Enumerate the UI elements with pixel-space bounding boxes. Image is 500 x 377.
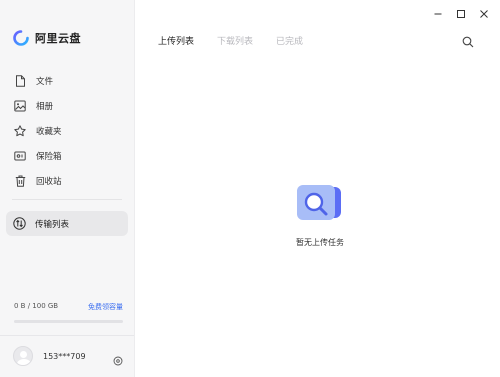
user-name[interactable]: 153***709 xyxy=(43,352,113,361)
app-name: 阿里云盘 xyxy=(35,32,81,45)
photo-icon xyxy=(14,100,26,112)
storage-progress-bar xyxy=(14,320,123,323)
storage-usage-text: 0 B / 100 GB xyxy=(14,302,59,310)
empty-search-icon xyxy=(297,185,341,220)
app-logo: 阿里云盘 xyxy=(13,30,81,46)
logo-icon xyxy=(13,30,29,46)
sidebar-item-safe[interactable]: 保险箱 xyxy=(0,143,135,168)
sidebar-divider xyxy=(12,199,122,200)
empty-state-text: 暂无上传任务 xyxy=(296,238,344,247)
sidebar-item-label: 回收站 xyxy=(36,176,62,187)
window-controls xyxy=(421,8,490,20)
sidebar-nav: 文件 相册 收藏夹 保险箱 回收站 xyxy=(0,68,135,193)
tab-completed[interactable]: 已完成 xyxy=(276,34,303,47)
tab-upload-list[interactable]: 上传列表 xyxy=(158,34,194,47)
sidebar-item-trash[interactable]: 回收站 xyxy=(0,168,135,193)
safe-icon xyxy=(14,150,26,162)
sidebar-item-favorites[interactable]: 收藏夹 xyxy=(0,118,135,143)
sidebar-item-transfer-list[interactable]: 传输列表 xyxy=(6,211,128,236)
settings-icon[interactable] xyxy=(113,351,123,366)
file-icon xyxy=(14,74,26,87)
search-icon[interactable] xyxy=(462,33,474,48)
sidebar-item-label: 文件 xyxy=(36,76,54,87)
minimize-icon[interactable] xyxy=(432,8,444,20)
user-panel: 153***709 xyxy=(13,346,123,366)
avatar[interactable] xyxy=(13,346,33,366)
star-icon xyxy=(14,124,26,137)
trash-icon xyxy=(14,175,26,187)
sidebar-item-label: 相册 xyxy=(36,101,54,112)
sidebar: 阿里云盘 文件 相册 收藏夹 保险箱 回收站 传输列表 0 B / 100 GB… xyxy=(0,0,135,377)
transfer-icon xyxy=(13,217,26,230)
tab-download-list[interactable]: 下载列表 xyxy=(217,34,253,47)
sidebar-item-files[interactable]: 文件 xyxy=(0,68,135,93)
close-icon[interactable] xyxy=(478,8,490,20)
maximize-icon[interactable] xyxy=(455,8,467,20)
sidebar-item-label: 保险箱 xyxy=(36,151,62,162)
bottom-divider xyxy=(0,335,134,336)
free-capacity-link[interactable]: 免费领容量 xyxy=(88,302,123,312)
sidebar-item-label: 收藏夹 xyxy=(36,126,62,137)
sidebar-item-photos[interactable]: 相册 xyxy=(0,93,135,118)
transfer-label: 传输列表 xyxy=(35,219,70,230)
empty-state-illustration xyxy=(296,184,344,224)
transfer-tabs: 上传列表 下载列表 已完成 xyxy=(158,34,326,47)
storage-panel: 0 B / 100 GB 免费领容量 xyxy=(14,302,123,323)
